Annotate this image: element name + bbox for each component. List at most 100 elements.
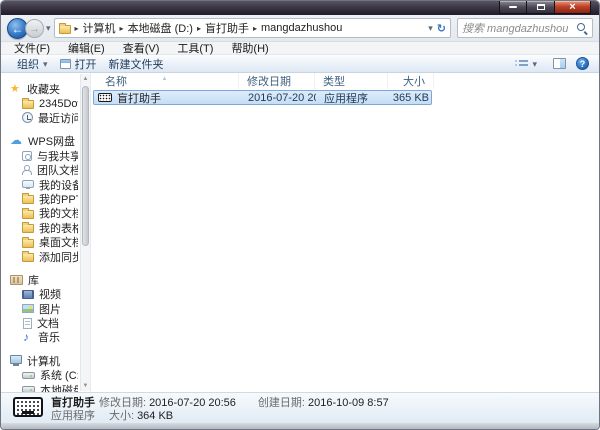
explorer-window: × 计算机 本地磁盘 (D:) 盲打助手 mangdazhushou 搜索 ma…	[0, 0, 600, 430]
column-header-date-modified[interactable]: 修改日期	[239, 73, 315, 89]
sidebar-item-label: 收藏夹	[27, 84, 60, 97]
sidebar-item-label: 库	[28, 274, 39, 287]
details-line-1: 盲打助手 修改日期: 2016-07-20 20:56 创建日期: 2016-10-09…	[51, 397, 389, 410]
sidebar-item-shared-with-me[interactable]: 与我共享	[1, 149, 78, 163]
sidebar-item-my-sheets[interactable]: 我的表格	[1, 221, 78, 235]
keyboard-icon	[13, 397, 43, 417]
sidebar-item-2345download[interactable]: 2345Downloa	[1, 96, 78, 110]
breadcrumb-local-disk-d[interactable]: 本地磁盘 (D:)	[128, 20, 193, 36]
sidebar-item-label: 系统 (C:)	[40, 370, 78, 383]
file-date-modified: 2016-07-20 20:56	[248, 91, 316, 104]
drive-icon	[22, 386, 35, 392]
folder-icon	[22, 250, 34, 262]
location-folder-icon	[58, 22, 71, 34]
sidebar-item-my-ppt[interactable]: 我的PPT	[1, 192, 78, 206]
sidebar-item-desktop-docs[interactable]: 桌面文档	[1, 235, 78, 249]
preview-pane-button[interactable]	[553, 58, 566, 69]
column-header-type[interactable]: 类型	[315, 73, 388, 89]
sidebar-scrollbar[interactable]	[80, 74, 90, 391]
sidebar-item-label: 2345Downloa	[39, 97, 78, 110]
menu-help[interactable]: 帮助(H)	[222, 40, 277, 56]
breadcrumb-current-folder[interactable]: mangdazhushou	[261, 22, 342, 34]
sidebar-item-libraries[interactable]: 库	[1, 273, 78, 287]
sidebar-item-local-disk-d[interactable]: 本地磁盘 (D:)	[1, 382, 78, 392]
details-modified-value: 2016-07-20 20:56	[149, 397, 236, 409]
sidebar-item-my-devices[interactable]: 我的设备	[1, 177, 78, 192]
window-frame-bottom	[1, 423, 599, 429]
sidebar-item-label: 团队文档	[37, 165, 78, 178]
sidebar-item-my-docs[interactable]: 我的文档	[1, 206, 78, 220]
new-folder-button[interactable]: 新建文件夹	[103, 56, 170, 72]
sidebar-item-videos[interactable]: 视频	[1, 287, 78, 301]
sidebar-item-documents[interactable]: 文档	[1, 316, 78, 330]
library-icon	[10, 274, 23, 285]
sidebar-item-pictures[interactable]: 图片	[1, 301, 78, 316]
chevron-down-icon	[532, 58, 537, 70]
menu-edit[interactable]: 编辑(E)	[59, 40, 114, 56]
sidebar-item-computer[interactable]: 计算机	[1, 354, 78, 368]
address-bar[interactable]: 计算机 本地磁盘 (D:) 盲打助手 mangdazhushou	[53, 18, 451, 38]
breadcrumb-separator-icon[interactable]	[253, 22, 257, 34]
refresh-icon[interactable]	[437, 22, 446, 35]
search-placeholder: 搜索 mangdazhushou	[462, 23, 569, 35]
recent-pages-dropdown[interactable]	[46, 22, 51, 34]
column-label: 类型	[323, 76, 345, 88]
breadcrumb-separator-icon[interactable]	[120, 22, 124, 34]
column-header-name[interactable]: 名称	[91, 73, 239, 89]
sidebar-item-label: 视频	[39, 289, 61, 302]
search-box[interactable]: 搜索 mangdazhushou	[457, 18, 593, 38]
search-icon[interactable]	[576, 22, 588, 34]
sidebar-item-favorites[interactable]: 收藏夹	[1, 82, 78, 96]
open-button[interactable]: 打开	[54, 56, 103, 72]
sidebar-item-label: 桌面文档	[39, 237, 78, 250]
scroll-up-icon[interactable]	[81, 74, 90, 84]
change-view-button[interactable]	[509, 56, 543, 72]
sidebar-item-wps-cloud[interactable]: WPS网盘	[1, 134, 78, 148]
navigation-bar: 计算机 本地磁盘 (D:) 盲打助手 mangdazhushou 搜索 mang…	[1, 15, 599, 42]
help-button[interactable]	[576, 57, 589, 70]
sidebar-item-recent-places[interactable]: 最近访问的位置	[1, 111, 78, 125]
file-list: 名称 修改日期 类型 大小 盲打助手 2016-07-20 20:56 应用程序…	[91, 73, 599, 392]
favorites-section: 收藏夹 2345Downloa 最近访问的位置	[1, 82, 78, 125]
sidebar-item-label: 文档	[37, 318, 59, 331]
organize-button[interactable]: 组织	[11, 56, 54, 72]
menu-tools[interactable]: 工具(T)	[168, 40, 222, 56]
titlebar[interactable]: ×	[1, 1, 599, 15]
new-folder-label: 新建文件夹	[108, 58, 164, 71]
breadcrumb-separator-icon[interactable]	[75, 22, 79, 34]
details-created-value: 2016-10-09 8:57	[307, 397, 389, 409]
breadcrumb-computer[interactable]: 计算机	[83, 20, 116, 36]
address-history-dropdown[interactable]	[428, 22, 433, 34]
file-row-selected[interactable]: 盲打助手 2016-07-20 20:56 应用程序 365 KB	[93, 90, 432, 105]
sidebar-item-label: 与我共享	[37, 150, 78, 163]
scroll-down-icon[interactable]	[81, 381, 90, 391]
breadcrumb-mangda-folder[interactable]: 盲打助手	[205, 20, 249, 36]
folder-icon	[22, 222, 34, 234]
details-file-type: 应用程序	[51, 410, 95, 422]
sidebar-item-system-c[interactable]: 系统 (C:)	[1, 368, 78, 382]
sidebar-item-team-docs[interactable]: 团队文档	[1, 163, 78, 177]
sidebar-item-add-sync-folder[interactable]: 添加同步文件夹	[1, 249, 78, 264]
organize-label: 组织	[17, 58, 39, 71]
drive-icon	[22, 371, 35, 379]
breadcrumb-separator-icon[interactable]	[197, 22, 201, 34]
content-area: 收藏夹 2345Downloa 最近访问的位置 WPS网盘 与我共享 团队文档 …	[1, 73, 599, 392]
folder-icon	[22, 207, 34, 219]
menu-file[interactable]: 文件(F)	[5, 40, 59, 56]
column-header-size[interactable]: 大小	[388, 73, 434, 89]
minimize-icon	[509, 6, 517, 8]
close-button[interactable]: ×	[555, 1, 591, 14]
details-file-name: 盲打助手	[51, 397, 95, 409]
computer-icon	[10, 354, 22, 366]
team-icon	[22, 165, 32, 176]
minimize-button[interactable]	[499, 1, 527, 14]
menu-view[interactable]: 查看(V)	[114, 40, 169, 56]
details-line-2: 应用程序 大小: 364 KB	[51, 410, 389, 423]
sidebar-item-music[interactable]: 音乐	[1, 330, 78, 344]
scrollbar-thumb[interactable]	[82, 86, 89, 246]
sidebar-item-label: WPS网盘	[28, 136, 76, 149]
maximize-button[interactable]	[527, 1, 555, 14]
forward-button[interactable]	[25, 18, 44, 38]
shared-icon	[22, 150, 32, 161]
keyboard-icon	[98, 93, 112, 102]
